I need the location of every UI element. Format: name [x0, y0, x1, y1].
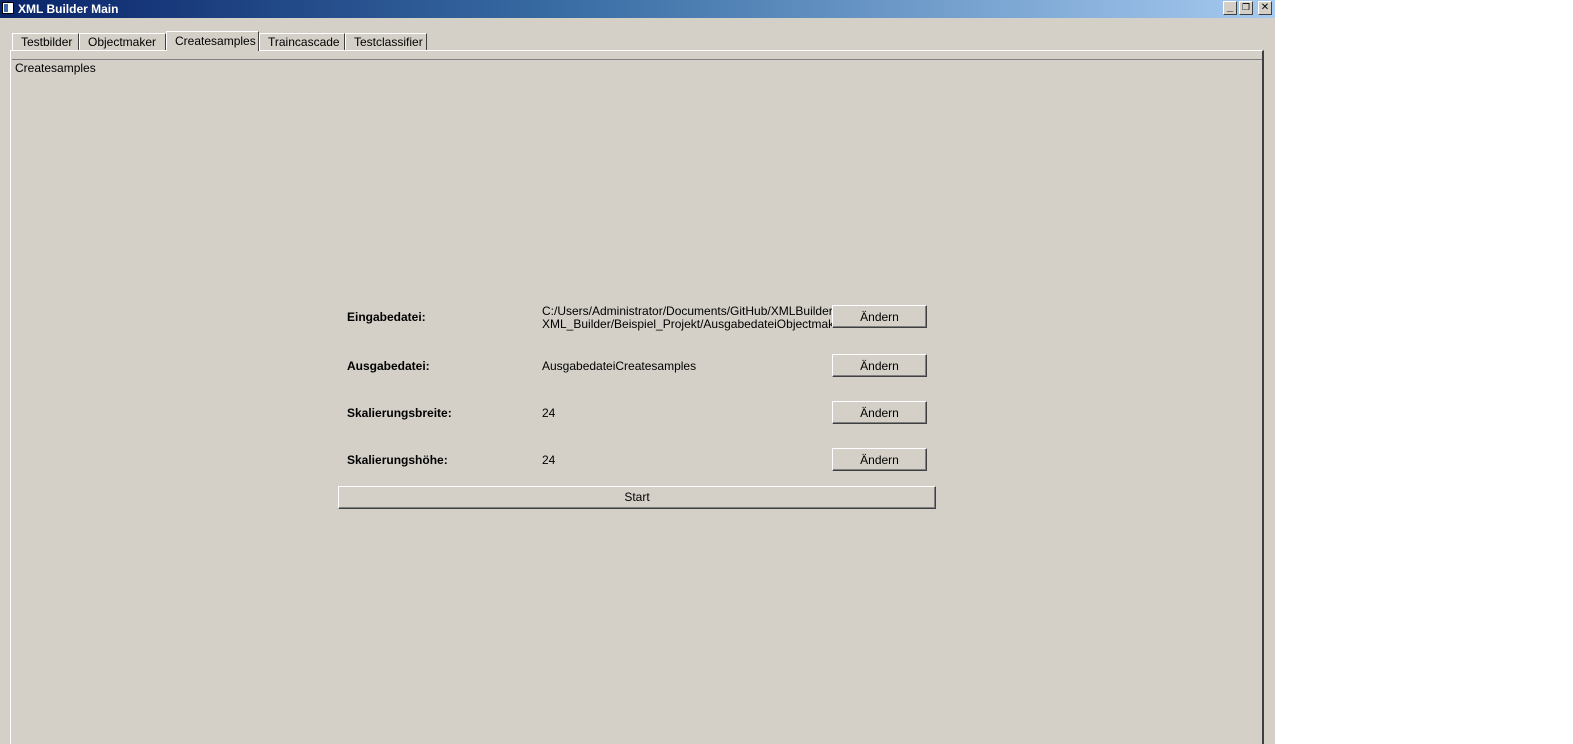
ausgabedatei-change-button[interactable]: Ändern	[832, 354, 927, 377]
ausgabedatei-label: Ausgabedatei:	[347, 359, 430, 373]
skalierungsbreite-label: Skalierungsbreite:	[347, 406, 452, 420]
title-bar[interactable]: XML Builder Main _ ❐ ✕	[0, 0, 1275, 18]
skalierungsbreite-value: 24	[542, 406, 556, 420]
restore-button[interactable]: ❐	[1239, 1, 1253, 15]
skalierungsbreite-change-button[interactable]: Ändern	[832, 401, 927, 424]
minimize-button[interactable]: _	[1223, 1, 1237, 15]
tab-testbilder[interactable]: Testbilder	[12, 33, 79, 50]
app-icon	[2, 2, 14, 14]
eingabedatei-change-button[interactable]: Ändern	[832, 305, 927, 328]
tab-testclassifier[interactable]: Testclassifier	[345, 33, 427, 50]
skalierungshoehe-change-button[interactable]: Ändern	[832, 448, 927, 471]
ausgabedatei-value: AusgabedateiCreatesamples	[542, 359, 697, 373]
tab-createsamples[interactable]: Createsamples	[166, 31, 259, 51]
eingabedatei-value: C:/Users/Administrator/Documents/GitHub/…	[542, 304, 861, 331]
tab-traincascade[interactable]: Traincascade	[259, 33, 345, 50]
close-button[interactable]: ✕	[1258, 1, 1272, 15]
start-button[interactable]: Start	[338, 486, 936, 509]
eingabedatei-label: Eingabedatei:	[347, 310, 426, 324]
tab-page-createsamples: Createsamples	[10, 50, 1264, 744]
groupbox-title: Createsamples	[14, 61, 97, 75]
skalierungshoehe-value: 24	[542, 453, 556, 467]
tab-objectmaker[interactable]: Objectmaker	[79, 33, 166, 50]
window-title: XML Builder Main	[18, 2, 119, 16]
skalierungshoehe-label: Skalierungshöhe:	[347, 453, 448, 467]
createsamples-groupbox: Createsamples	[12, 59, 1262, 744]
main-window: XML Builder Main _ ❐ ✕ Testbilder Object…	[0, 0, 1275, 744]
